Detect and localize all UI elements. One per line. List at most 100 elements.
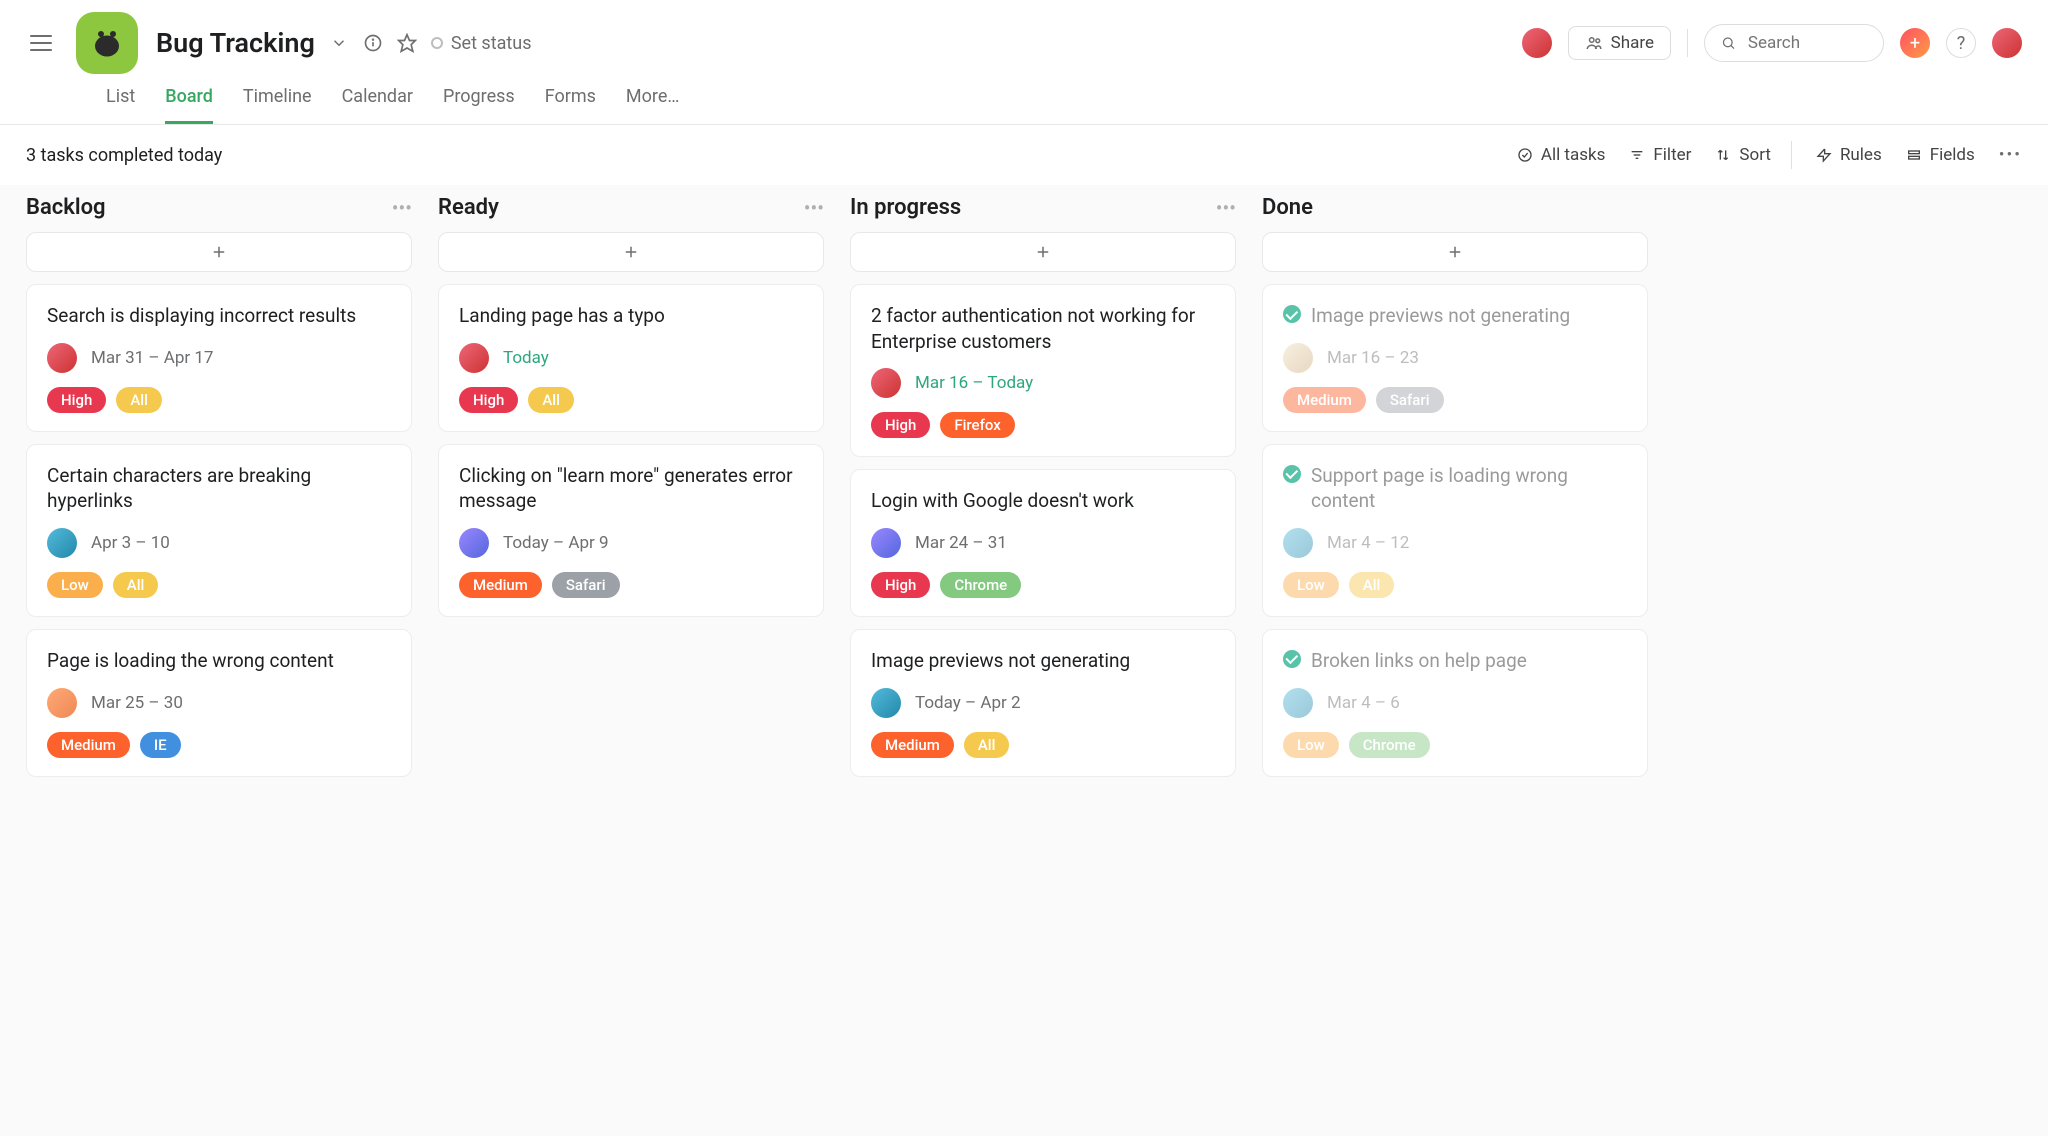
- tab-timeline[interactable]: Timeline: [243, 80, 312, 124]
- tab-calendar[interactable]: Calendar: [342, 80, 413, 124]
- add-task-button[interactable]: [1262, 232, 1648, 272]
- assignee-avatar[interactable]: [1283, 688, 1313, 718]
- due-date: Mar 16 – Today: [915, 373, 1033, 393]
- tag-low: Low: [1283, 732, 1339, 758]
- column-more-icon[interactable]: •••: [804, 196, 824, 220]
- search-icon: [1721, 34, 1736, 52]
- task-card[interactable]: Clicking on "learn more" generates error…: [438, 444, 824, 617]
- star-icon[interactable]: [397, 33, 417, 53]
- tag-firefox: Firefox: [940, 412, 1014, 438]
- check-icon: [1283, 305, 1301, 323]
- plus-icon: [1446, 243, 1464, 261]
- column-more-icon[interactable]: •••: [1216, 196, 1236, 220]
- share-button[interactable]: Share: [1568, 26, 1671, 60]
- task-card[interactable]: Certain characters are breaking hyperlin…: [26, 444, 412, 617]
- due-date: Today – Apr 9: [503, 533, 609, 553]
- due-date: Mar 24 – 31: [915, 533, 1007, 553]
- due-date: Mar 31 – Apr 17: [91, 348, 214, 368]
- divider: [1791, 141, 1792, 169]
- member-avatar[interactable]: [1522, 28, 1552, 58]
- tag-all: All: [116, 387, 162, 413]
- assignee-avatar[interactable]: [1283, 528, 1313, 558]
- assignee-avatar[interactable]: [47, 528, 77, 558]
- tab-board[interactable]: Board: [165, 80, 213, 124]
- tag-high: High: [871, 412, 930, 438]
- project-title[interactable]: Bug Tracking: [156, 27, 315, 59]
- due-date: Mar 16 – 23: [1327, 348, 1419, 368]
- assignee-avatar[interactable]: [47, 688, 77, 718]
- tag-all: All: [1349, 572, 1395, 598]
- sort-button[interactable]: Sort: [1715, 145, 1771, 165]
- header: Bug Tracking Set status Share: [0, 0, 2048, 124]
- plus-icon: [622, 243, 640, 261]
- tag-all: All: [528, 387, 574, 413]
- tab-more[interactable]: More…: [626, 80, 680, 124]
- tag-medium: Medium: [1283, 387, 1366, 413]
- search-input[interactable]: [1704, 24, 1884, 62]
- set-status-button[interactable]: Set status: [431, 33, 532, 54]
- task-card[interactable]: Broken links on help page Mar 4 – 6 LowC…: [1262, 629, 1648, 777]
- assignee-avatar[interactable]: [1283, 343, 1313, 373]
- due-date: Mar 25 – 30: [91, 693, 183, 713]
- all-tasks-button[interactable]: All tasks: [1517, 145, 1606, 165]
- tag-high: High: [47, 387, 106, 413]
- task-card[interactable]: 2 factor authentication not working for …: [850, 284, 1236, 457]
- assignee-avatar[interactable]: [871, 368, 901, 398]
- column-in-progress: In progress ••• 2 factor authentication …: [850, 195, 1236, 1096]
- task-card[interactable]: Support page is loading wrong content Ma…: [1262, 444, 1648, 617]
- rules-button[interactable]: Rules: [1816, 145, 1882, 165]
- tag-all: All: [113, 572, 159, 598]
- chevron-down-icon[interactable]: [329, 33, 349, 53]
- profile-avatar[interactable]: [1992, 28, 2022, 58]
- task-title: 2 factor authentication not working for …: [871, 303, 1215, 354]
- task-title: Image previews not generating: [871, 648, 1130, 674]
- tag-safari: Safari: [552, 572, 620, 598]
- filter-button[interactable]: Filter: [1629, 145, 1691, 165]
- tag-medium: Medium: [459, 572, 542, 598]
- add-task-button[interactable]: [438, 232, 824, 272]
- project-icon: [76, 12, 138, 74]
- task-title: Support page is loading wrong content: [1311, 463, 1627, 514]
- tag-chrome: Chrome: [940, 572, 1021, 598]
- tag-ie: IE: [140, 732, 181, 758]
- status-dot-icon: [431, 37, 443, 49]
- assignee-avatar[interactable]: [871, 688, 901, 718]
- due-date: Mar 4 – 12: [1327, 533, 1409, 553]
- completion-status: 3 tasks completed today: [26, 145, 222, 166]
- task-card[interactable]: Landing page has a typo Today HighAll: [438, 284, 824, 432]
- task-title: Landing page has a typo: [459, 303, 665, 329]
- tag-low: Low: [1283, 572, 1339, 598]
- task-card[interactable]: Image previews not generating Mar 16 – 2…: [1262, 284, 1648, 432]
- tag-all: All: [964, 732, 1010, 758]
- due-date: Today: [503, 348, 549, 368]
- task-card[interactable]: Image previews not generating Today – Ap…: [850, 629, 1236, 777]
- tab-forms[interactable]: Forms: [545, 80, 596, 124]
- tab-list[interactable]: List: [106, 80, 135, 124]
- column-more-icon[interactable]: •••: [392, 196, 412, 220]
- task-card[interactable]: Login with Google doesn't work Mar 24 – …: [850, 469, 1236, 617]
- tag-high: High: [871, 572, 930, 598]
- task-card[interactable]: Search is displaying incorrect results M…: [26, 284, 412, 432]
- assignee-avatar[interactable]: [459, 343, 489, 373]
- global-add-button[interactable]: +: [1900, 28, 1930, 58]
- assignee-avatar[interactable]: [871, 528, 901, 558]
- assignee-avatar[interactable]: [459, 528, 489, 558]
- assignee-avatar[interactable]: [47, 343, 77, 373]
- task-title: Image previews not generating: [1311, 303, 1570, 329]
- tag-medium: Medium: [871, 732, 954, 758]
- info-icon[interactable]: [363, 33, 383, 53]
- tab-progress[interactable]: Progress: [443, 80, 515, 124]
- tag-medium: Medium: [47, 732, 130, 758]
- fields-button[interactable]: Fields: [1906, 145, 1975, 165]
- menu-icon[interactable]: [26, 31, 56, 55]
- due-date: Today – Apr 2: [915, 693, 1021, 713]
- add-task-button[interactable]: [850, 232, 1236, 272]
- task-card[interactable]: Page is loading the wrong content Mar 25…: [26, 629, 412, 777]
- help-button[interactable]: ?: [1946, 28, 1976, 58]
- column-backlog: Backlog ••• Search is displaying incorre…: [26, 195, 412, 1096]
- tag-safari: Safari: [1376, 387, 1444, 413]
- view-tabs: List Board Timeline Calendar Progress Fo…: [106, 80, 2022, 124]
- more-options-button[interactable]: •••: [1999, 145, 2022, 165]
- column-title: Done: [1262, 195, 1313, 220]
- add-task-button[interactable]: [26, 232, 412, 272]
